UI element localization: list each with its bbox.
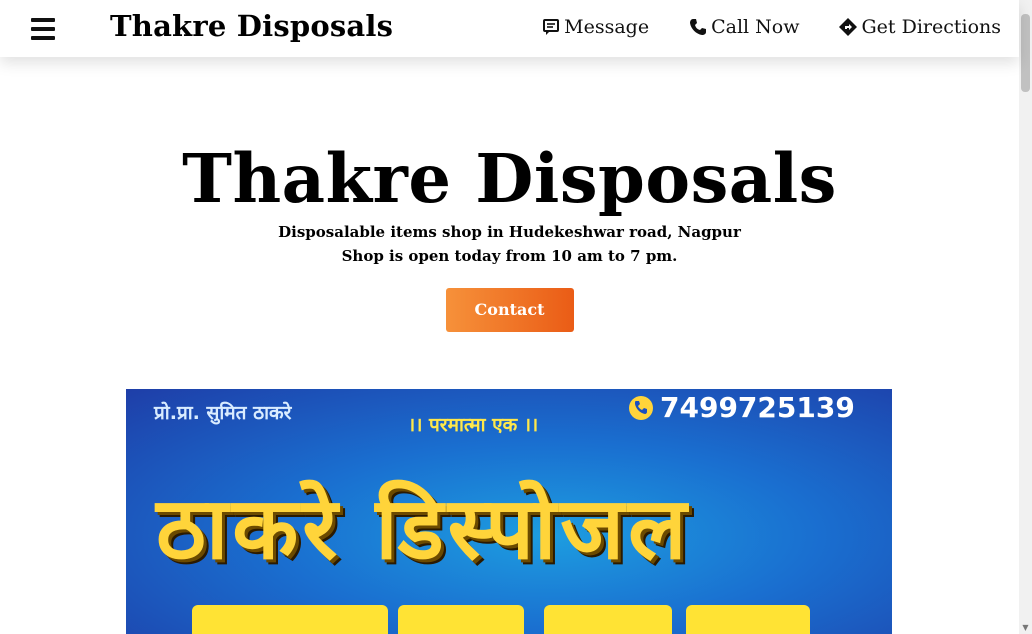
hero-subtitle-address: Disposalable items shop in Hudekeshwar r… bbox=[278, 223, 741, 241]
phone-icon bbox=[690, 19, 707, 35]
page-scrollbar[interactable]: ▼ bbox=[1019, 0, 1032, 634]
banner-yellow-box bbox=[544, 605, 672, 634]
get-directions-link[interactable]: Get Directions bbox=[839, 16, 1001, 38]
top-navbar: Thakre Disposals Message Call Now Get Di… bbox=[0, 0, 1019, 57]
banner-yellow-box bbox=[192, 605, 388, 634]
banner-motto-text: ।। परमात्मा एक ।। bbox=[408, 414, 539, 436]
message-icon bbox=[543, 19, 560, 35]
scrollbar-thumb[interactable] bbox=[1021, 14, 1030, 92]
banner-shop-name: ठाकरे डिस्पोजल bbox=[156, 479, 691, 579]
hero-section: Thakre Disposals Disposalable items shop… bbox=[0, 57, 1019, 332]
message-label: Message bbox=[564, 16, 650, 38]
shop-banner-image: प्रो.प्रा. सुमित ठाकरे ।। परमात्मा एक ।।… bbox=[126, 389, 892, 634]
directions-icon bbox=[839, 18, 858, 36]
page-title: Thakre Disposals bbox=[182, 139, 837, 218]
message-link[interactable]: Message bbox=[542, 16, 649, 38]
call-now-label: Call Now bbox=[711, 16, 800, 38]
banner-owner-text: प्रो.प्रा. सुमित ठाकरे bbox=[154, 402, 292, 424]
brand-name[interactable]: Thakre Disposals bbox=[110, 9, 393, 43]
hero-subtitle-hours: Shop is open today from 10 am to 7 pm. bbox=[341, 247, 678, 265]
call-now-link[interactable]: Call Now bbox=[689, 16, 799, 38]
banner-phone-number: 7499725139 bbox=[660, 391, 855, 424]
get-directions-label: Get Directions bbox=[861, 16, 1001, 38]
banner-yellow-box bbox=[398, 605, 524, 634]
contact-button[interactable]: Contact bbox=[445, 288, 574, 332]
menu-icon[interactable] bbox=[31, 18, 55, 40]
scroll-down-arrow-icon[interactable]: ▼ bbox=[1021, 624, 1030, 632]
banner-yellow-box bbox=[686, 605, 810, 634]
banner-phone: 7499725139 bbox=[628, 391, 855, 424]
phone-wave-icon bbox=[629, 395, 653, 420]
nav-links: Message Call Now Get Directions bbox=[542, 16, 1001, 38]
